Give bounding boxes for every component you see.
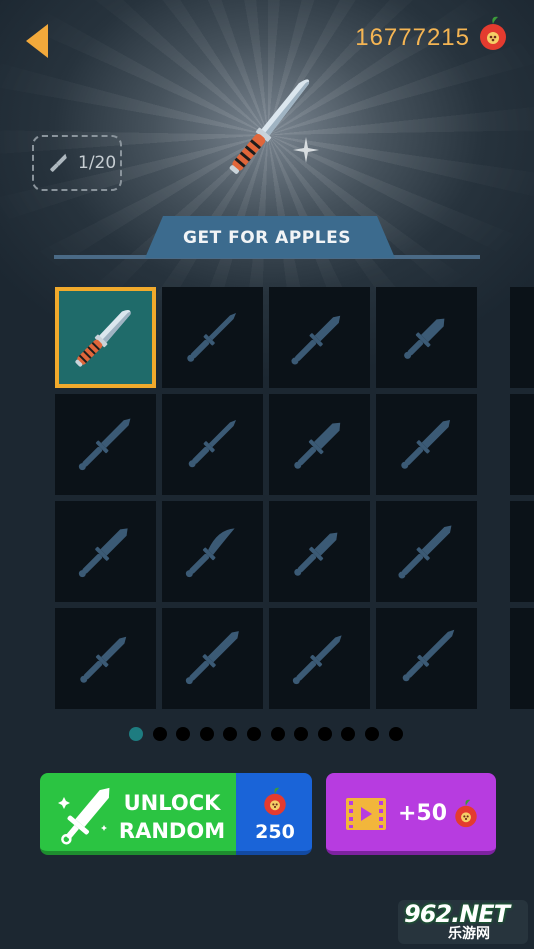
apple-icon: [455, 799, 477, 828]
watermark-text: 乐游网: [448, 926, 490, 942]
apple-icon: [264, 787, 286, 816]
chevron-left-icon[interactable]: [24, 22, 50, 60]
banner-title: GET FOR APPLES: [183, 228, 351, 248]
page-dot[interactable]: [365, 727, 379, 741]
locked-knife-icon: [404, 318, 445, 359]
apple-icon: [480, 16, 506, 50]
knife-progress-badge: 1/20: [32, 135, 122, 191]
knife-icon: [75, 309, 131, 367]
next-page-column: [510, 608, 534, 709]
video-icon: [346, 798, 386, 830]
knife-cell-locked[interactable]: [162, 287, 263, 388]
knife-cell-locked[interactable]: [55, 608, 156, 709]
knife-cell-locked[interactable]: [269, 394, 370, 495]
knife-cell-locked[interactable]: [269, 501, 370, 602]
locked-knife-icon: [291, 315, 341, 365]
knife-cell-locked[interactable]: [269, 287, 370, 388]
next-page-column: [510, 394, 534, 495]
page-dot[interactable]: [247, 727, 261, 741]
page-dot[interactable]: [223, 727, 238, 741]
watch-video-button[interactable]: +50: [326, 773, 496, 855]
locked-knife-icon: [188, 419, 237, 468]
next-page-column: [510, 287, 534, 388]
unlock-random-button[interactable]: UNLOCK RANDOM 250: [40, 773, 312, 855]
locked-knife-icon: [80, 636, 127, 683]
progress-text: 1/20: [78, 153, 117, 173]
apple-count: 16777215: [355, 24, 470, 51]
game-screen: 16777215 1/20 GET FOR APPLES UNLOCK RAND…: [0, 0, 534, 949]
page-dot[interactable]: [341, 727, 356, 741]
video-reward-label: +50: [398, 801, 448, 826]
featured-knife: [229, 79, 310, 174]
page-dot[interactable]: [317, 727, 332, 741]
knife-cell-locked[interactable]: [376, 501, 477, 602]
knife-cell-locked[interactable]: [376, 394, 477, 495]
sparkle-icon: [293, 137, 319, 163]
locked-knife-icon: [398, 525, 452, 579]
knife-cell-locked[interactable]: [376, 608, 477, 709]
knife-cell-locked[interactable]: [376, 287, 477, 388]
locked-knife-icon: [294, 532, 338, 576]
locked-knife-icon: [78, 528, 128, 578]
page-dot[interactable]: [388, 727, 403, 741]
locked-knife-icon: [401, 419, 451, 469]
unlock-price: 250: [255, 821, 295, 843]
knife-cell-locked[interactable]: [162, 501, 263, 602]
page-dot[interactable]: [270, 727, 285, 741]
locked-knife-icon: [185, 631, 239, 685]
page-dot[interactable]: [176, 727, 191, 741]
locked-knife-icon: [294, 422, 341, 469]
locked-knife-icon: [78, 418, 131, 471]
locked-knife-icon: [187, 312, 237, 362]
sword-icon: [58, 787, 110, 845]
knife-cell-locked[interactable]: [162, 608, 263, 709]
page-dot[interactable]: [199, 727, 214, 741]
knife-cell-locked[interactable]: [269, 608, 370, 709]
knife-icon: [50, 153, 67, 172]
unlock-random-label: UNLOCK RANDOM: [118, 791, 226, 843]
page-dot-active[interactable]: [129, 727, 143, 741]
locked-knife-icon: [185, 528, 235, 578]
page-dot[interactable]: [294, 727, 309, 741]
page-dot[interactable]: [152, 727, 167, 741]
knife-cell-selected[interactable]: [55, 287, 156, 388]
knife-cell-locked[interactable]: [162, 394, 263, 495]
knife-cell-locked[interactable]: [55, 394, 156, 495]
next-page-column: [510, 501, 534, 602]
knife-cell-locked[interactable]: [55, 501, 156, 602]
locked-knife-icon: [402, 629, 455, 682]
locked-knife-icon: [292, 635, 342, 685]
